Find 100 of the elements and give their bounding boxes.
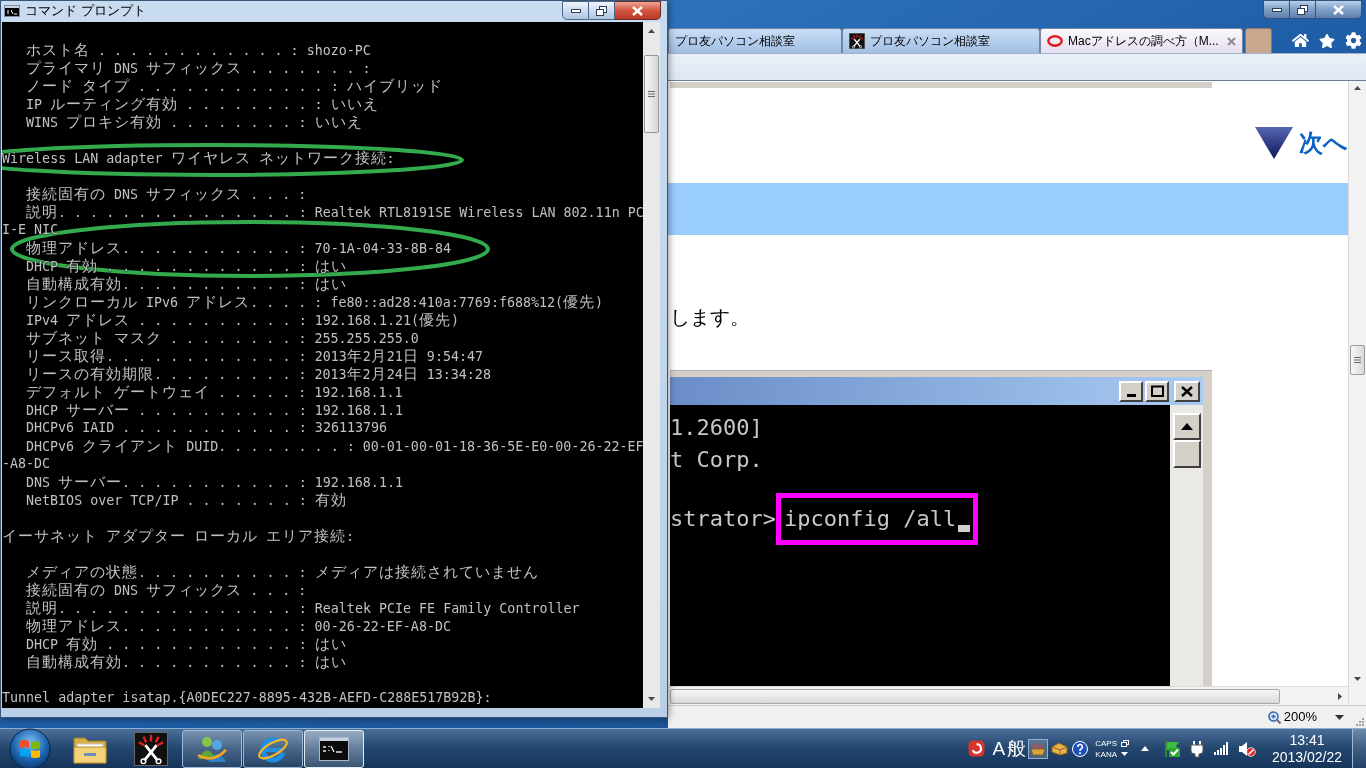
console-line: 説明. . . . . . . . . . . . . . . : Realtek RTL8191SE Wireless LAN 802.11n PC: [26, 203, 643, 221]
console-line: DHCP 有効 . . . . . . . . . . . . : はい: [26, 635, 347, 653]
console-line: DNS サーバー. . . . . . . . . . . : 192.168.1.1: [26, 473, 403, 491]
scroll-thumb[interactable]: [1350, 345, 1365, 375]
close-button[interactable]: [1316, 0, 1362, 19]
signal-icon[interactable]: [1214, 742, 1229, 755]
tool-tile-icon: [849, 33, 865, 49]
window-title: コマンド プロンプト: [25, 3, 146, 19]
next-link[interactable]: 次へ: [1255, 125, 1348, 160]
console-line: Tunnel adapter isatap.{A0DEC227-8895-432B-AEFD-C288E517B92B}:: [2, 689, 492, 707]
console-line: -A8-DC: [2, 455, 51, 473]
arrow-up-icon[interactable]: [648, 29, 655, 33]
restore-icon: [596, 5, 607, 16]
triangle-down-icon: [1255, 126, 1293, 159]
cursor-icon: [958, 525, 971, 532]
chevron-up-icon[interactable]: [1141, 746, 1149, 751]
arrow-down-icon[interactable]: [1354, 677, 1361, 681]
input-mode-indicator[interactable]: A: [992, 737, 1006, 760]
close-icon: [1333, 4, 1344, 15]
scrollbar[interactable]: [668, 686, 1348, 705]
minimize-button[interactable]: [1263, 0, 1290, 19]
grip-icon: [648, 91, 655, 97]
grip-icon: [1354, 357, 1361, 363]
round-app-icon[interactable]: [967, 740, 985, 757]
console-line: 接続固有の DNS サフィックス . . . :: [26, 581, 307, 599]
zoom-button[interactable]: 200%: [1267, 709, 1317, 725]
scrollbar[interactable]: [643, 22, 660, 708]
console-line: strator>: [670, 505, 776, 533]
caps-indicator: CAPS: [1095, 738, 1117, 748]
close-icon: [1174, 380, 1200, 402]
scrollbar[interactable]: [1348, 81, 1366, 705]
caret-down-icon[interactable]: [1335, 714, 1344, 720]
conversion-mode-indicator[interactable]: 般: [1007, 737, 1027, 760]
clock-time[interactable]: 13:41: [1289, 731, 1325, 749]
console-line: 自動構成有効. . . . . . . . . . . : はい: [26, 275, 347, 293]
console-line: デフォルト ゲートウェイ . . . . . : 192.168.1.1: [26, 383, 403, 401]
console-line: リースの有効期限. . . . . . . . . : 2013年2月24日 13:34:28: [26, 365, 491, 383]
zoom-in-icon: [1267, 710, 1281, 724]
minimize-button[interactable]: [562, 1, 589, 20]
console-line: ホスト名 . . . . . . . . . . . . : shozo-PC: [26, 41, 371, 59]
console-line: Wireless LAN adapter ワイヤレス ネットワーク接続:: [2, 149, 395, 167]
command-text: ipconfig /all: [783, 505, 957, 533]
console-line: DHCPv6 IAID . . . . . . . . . . . : 326113796: [26, 419, 388, 437]
browser-tab[interactable]: プロ友パソコン相談室: [842, 28, 1040, 53]
console-line: t Corp.: [670, 446, 763, 474]
help-icon[interactable]: [1072, 740, 1089, 757]
ring-icon: [1047, 35, 1063, 47]
close-icon: [632, 5, 643, 16]
console-line: リース取得. . . . . . . . . . . . : 2013年2月21日 9:54:47: [26, 347, 484, 365]
body-text: します。: [670, 305, 750, 330]
start-icon: [9, 727, 51, 768]
console-line: 1.2600]: [670, 414, 763, 442]
maximize-button[interactable]: [589, 1, 615, 20]
console-line: DHCPv6 クライアント DUID. . . . . . . . : 00-01-00-01-18-36-5E-E0-00-26-22-EF: [26, 437, 643, 455]
kana-indicator: KANA: [1095, 749, 1117, 759]
power-plug-icon[interactable]: [1189, 739, 1205, 758]
browser-tab[interactable]: プロ友パソコン相談室: [668, 28, 842, 53]
settings-icon[interactable]: [1345, 32, 1362, 49]
close-icon[interactable]: [1227, 36, 1236, 46]
caret-down-icon[interactable]: [1121, 752, 1128, 756]
window-icon[interactable]: [1121, 739, 1129, 747]
arrow-down-icon[interactable]: [648, 697, 655, 701]
toolbox-icon[interactable]: [1028, 738, 1049, 759]
browser-tab[interactable]: Macアドレスの調べ方（M...: [1040, 28, 1243, 53]
tool-tile-icon: [134, 731, 168, 766]
scroll-thumb[interactable]: [670, 688, 1280, 704]
arrow-up-icon[interactable]: [1354, 86, 1361, 90]
minimize-icon: [570, 8, 581, 13]
console-line: 接続固有の DNS サフィックス . . . :: [26, 185, 307, 203]
clock-date[interactable]: 2013/02/22: [1271, 748, 1343, 766]
console-line: イーサネット アダプター ローカル エリア接続:: [2, 527, 355, 545]
scroll-thumb[interactable]: [644, 55, 659, 133]
close-button[interactable]: [615, 1, 661, 20]
maximize-icon: [1145, 380, 1169, 402]
console-line: NetBIOS over TCP/IP . . . . . . . : 有効: [26, 491, 347, 509]
arrow-up-icon: [1172, 413, 1201, 440]
flag-check-icon[interactable]: [1163, 739, 1181, 758]
console-line: 自動構成有効. . . . . . . . . . . : はい: [26, 653, 347, 671]
console-line: WINS プロキシ有効 . . . . . . . . : いいえ: [26, 113, 363, 131]
box-icon[interactable]: [1051, 741, 1069, 756]
scroll-thumb: [1172, 440, 1201, 468]
console-line: ノード タイプ . . . . . . . . . . . . : ハイブリッド: [26, 77, 443, 95]
arrow-right-icon[interactable]: [1338, 692, 1342, 700]
maximize-button[interactable]: [1290, 0, 1316, 19]
console-line: サブネット マスク . . . . . . . . : 255.255.255.0: [26, 329, 419, 347]
speaker-muted-icon[interactable]: [1238, 740, 1256, 757]
show-desktop-button[interactable]: [1352, 729, 1366, 768]
minimize-icon: [1119, 380, 1143, 402]
console-line: 物理アドレス. . . . . . . . . . . : 00-26-22-EF-A8-DC: [26, 617, 451, 635]
resize-grip-icon[interactable]: [1356, 718, 1364, 726]
console-line: リンクローカル IPv6 アドレス. . . . : fe80::ad28:410a:7769:f688%12(優先): [26, 293, 604, 311]
home-icon[interactable]: [1292, 32, 1309, 49]
terminal-icon: [319, 736, 349, 761]
console-line: 説明. . . . . . . . . . . . . . . : Realtek PCIe FE Family Controller: [26, 599, 580, 617]
console-line: 物理アドレス. . . . . . . . . . . : 70-1A-04-33-8B-84: [26, 239, 451, 257]
console-line: メディアの状態. . . . . . . . . . : メディアは接続されていません: [26, 563, 539, 581]
terminal-icon: [4, 5, 20, 17]
star-icon[interactable]: [1319, 32, 1335, 49]
console-line: プライマリ DNS サフィックス . . . . . . . :: [26, 59, 371, 77]
console-line: IP ルーティング有効 . . . . . . . . : いいえ: [26, 95, 379, 113]
